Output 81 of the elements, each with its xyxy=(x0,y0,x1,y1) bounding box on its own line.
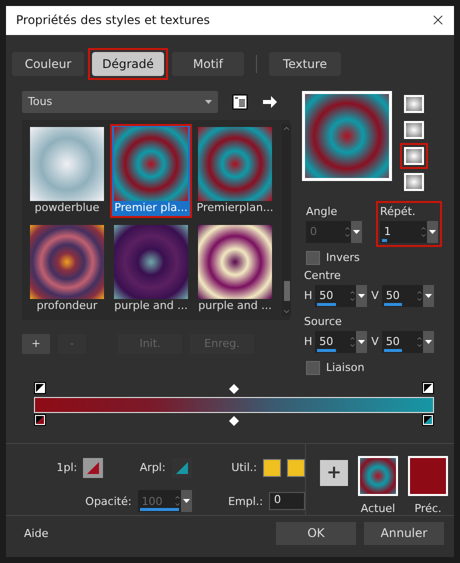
help-link[interactable]: Aide xyxy=(24,526,48,540)
level-fill xyxy=(382,238,388,242)
previous-swatch[interactable] xyxy=(408,456,448,496)
link-label: Liaison xyxy=(326,361,364,374)
caret-icon xyxy=(429,230,436,234)
caret-icon xyxy=(358,294,366,298)
tab[interactable]: Texture xyxy=(269,52,341,76)
user-label: Util.: xyxy=(231,461,257,474)
axis-label: H xyxy=(304,335,312,348)
color-swatch[interactable] xyxy=(287,458,305,477)
scrollbar[interactable] xyxy=(282,124,291,316)
midpoint-handle[interactable] xyxy=(229,384,239,394)
level-fill xyxy=(317,348,336,352)
current-swatch xyxy=(360,458,396,494)
foreground-label: 1pl: xyxy=(56,461,78,474)
background-label: Arpl: xyxy=(140,461,166,474)
foreground-swatch[interactable] xyxy=(83,458,104,478)
midpoint-handle[interactable] xyxy=(229,416,239,426)
current-label: Actuel xyxy=(360,502,396,515)
number-field[interactable]: 50 xyxy=(382,330,434,353)
stop-marker[interactable] xyxy=(422,382,434,396)
gradient-item[interactable]: purple and ... xyxy=(110,222,192,316)
caret-icon xyxy=(424,294,432,298)
category-dropdown[interactable]: Tous xyxy=(22,90,218,113)
dialog-button[interactable]: Annuler xyxy=(364,522,444,545)
tab[interactable]: Couleur xyxy=(12,52,84,76)
axis-label: V xyxy=(371,289,379,302)
gradient-item[interactable]: purple and ... xyxy=(194,222,276,316)
dropdown-button[interactable] xyxy=(422,330,434,353)
number-field[interactable]: 50 xyxy=(315,330,368,353)
axis-label: V xyxy=(371,335,379,348)
gradient-style-button[interactable] xyxy=(404,172,424,191)
level-fill xyxy=(384,302,402,306)
checkbox[interactable] xyxy=(306,250,320,265)
previous-label: Préc. xyxy=(414,502,442,515)
gradient-style-button[interactable] xyxy=(404,94,424,113)
list-icon[interactable] xyxy=(232,94,248,110)
library-button[interactable]: + xyxy=(22,334,50,354)
stop-marker[interactable] xyxy=(34,414,46,428)
number-field[interactable]: 1 xyxy=(380,220,438,243)
gradient-item[interactable]: Premierplan... xyxy=(194,124,276,218)
gradient-style-button[interactable] xyxy=(404,146,424,165)
caret-icon xyxy=(205,100,212,104)
gradient-bar[interactable] xyxy=(34,396,434,413)
section-label: Source xyxy=(304,314,343,328)
tab[interactable]: Motif xyxy=(172,52,244,76)
arrow-icon[interactable] xyxy=(262,94,278,109)
caret-icon xyxy=(358,340,366,344)
checkbox[interactable] xyxy=(306,360,320,375)
repeat-label: Répét. xyxy=(380,204,416,218)
caret-icon xyxy=(353,230,360,234)
scrollbar-thumb[interactable] xyxy=(284,280,290,301)
tab[interactable]: Dégradé xyxy=(92,52,164,76)
dropdown-button[interactable] xyxy=(356,330,368,353)
caret-icon xyxy=(182,499,190,504)
stop-marker[interactable] xyxy=(422,414,434,428)
level-fill xyxy=(317,302,336,306)
window-title: Propriétés des styles et textures xyxy=(16,13,210,28)
dropdown-button[interactable] xyxy=(427,220,438,243)
number-field[interactable]: 50 xyxy=(382,284,434,307)
gradient-style-button[interactable] xyxy=(404,120,424,139)
gradient-item[interactable]: profondeur xyxy=(26,222,108,316)
level-fill xyxy=(140,508,179,512)
location-field[interactable]: 0 xyxy=(269,492,305,510)
add-button[interactable]: + xyxy=(320,460,348,486)
dropdown-button[interactable] xyxy=(422,284,434,307)
angle-label: Angle xyxy=(306,204,338,218)
location-label: Empl.: xyxy=(228,494,263,508)
number-field[interactable]: 50 xyxy=(315,284,368,307)
dropdown-button[interactable] xyxy=(356,284,368,307)
stop-marker[interactable] xyxy=(34,382,46,396)
axis-label: H xyxy=(304,289,312,302)
dialog-button[interactable]: OK xyxy=(276,522,356,545)
section-label: Centre xyxy=(304,268,342,282)
caret-icon xyxy=(424,340,432,344)
color-swatch[interactable] xyxy=(263,458,281,477)
invert-label: Invers xyxy=(326,251,360,264)
opacity-label: Opacité: xyxy=(85,494,132,508)
gradient-item[interactable]: Premier pla... xyxy=(110,124,192,218)
gradient-item[interactable]: powderblue xyxy=(26,124,108,218)
level-fill xyxy=(384,348,402,352)
